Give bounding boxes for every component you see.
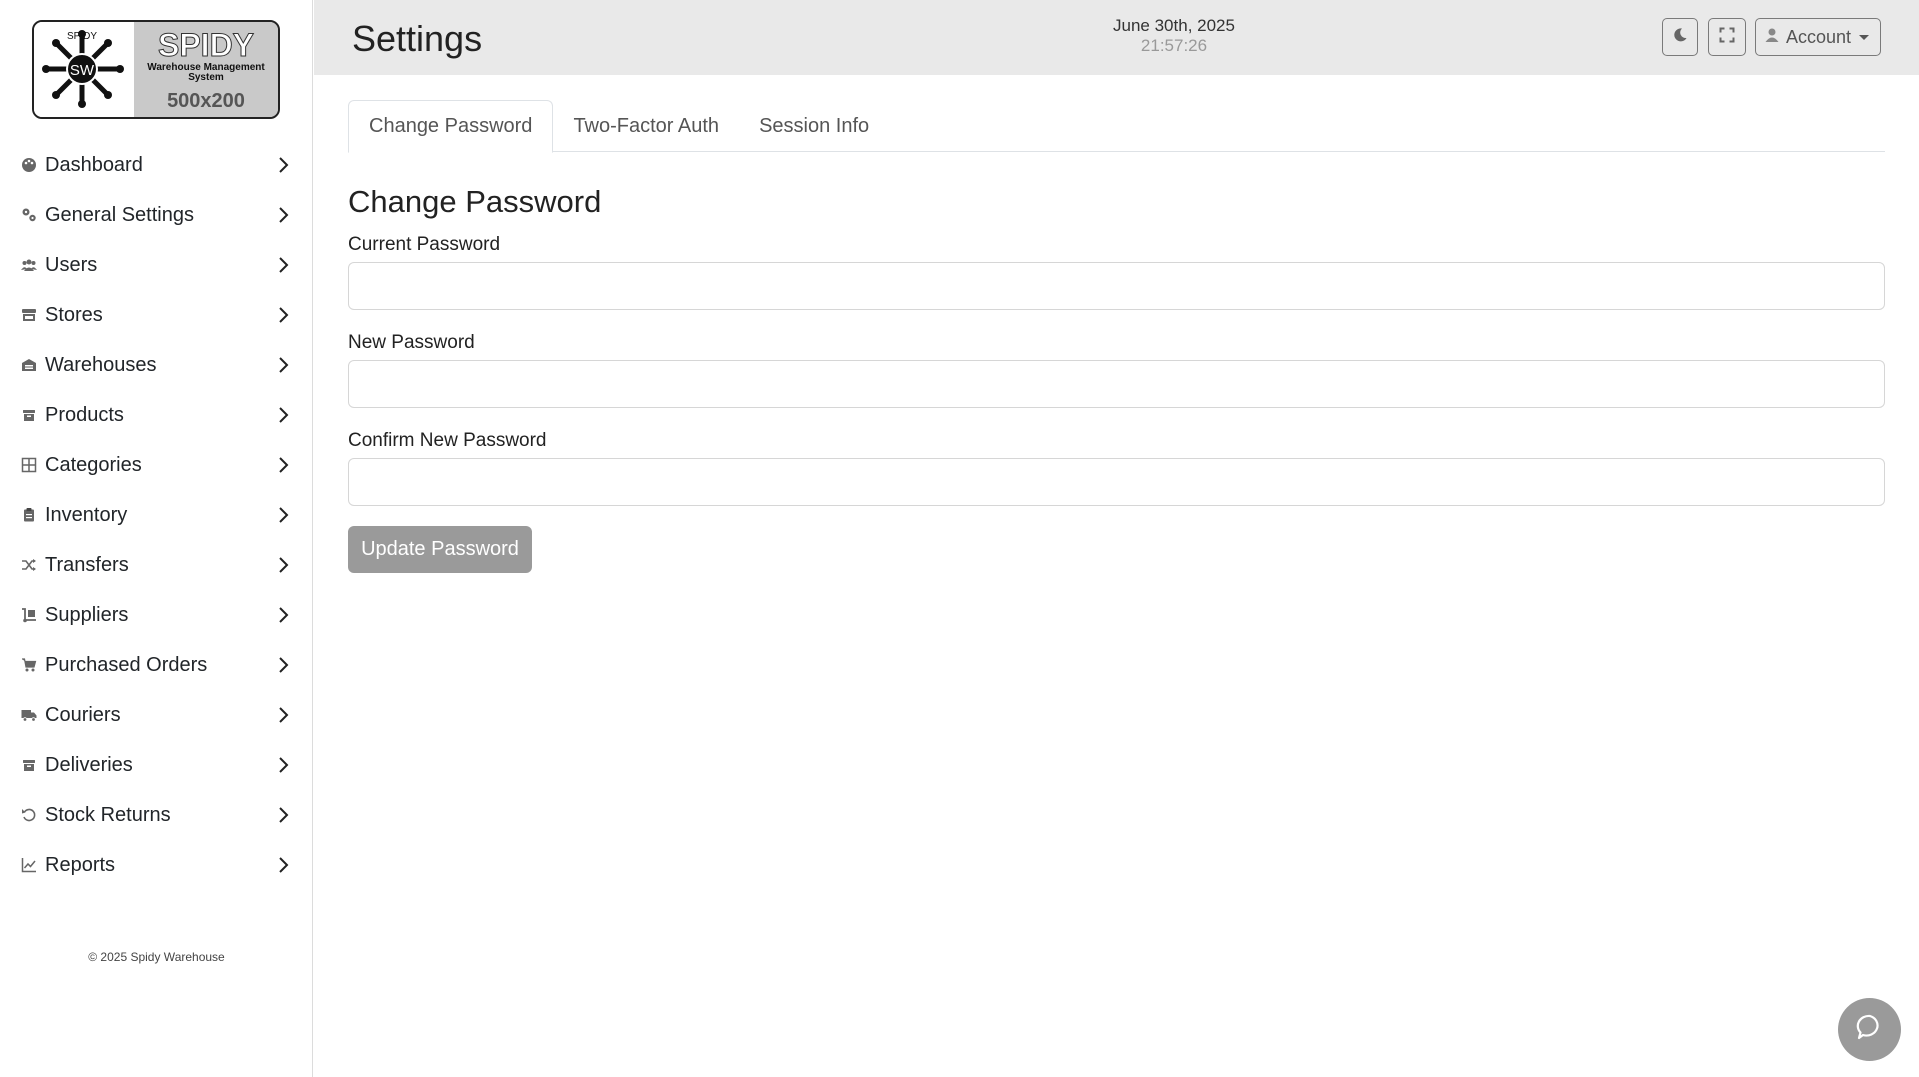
sidebar-item-label: Reports	[45, 853, 116, 876]
chevron-right-icon	[273, 705, 293, 725]
sidebar-item-dashboard[interactable]: Dashboard	[0, 140, 313, 190]
chart-line-icon	[19, 855, 39, 875]
app-root: SW SPIDY SPIDY Warehouse Management Syst…	[0, 0, 1919, 1077]
sidebar-item-label: Deliveries	[45, 753, 133, 776]
new-password-label: New Password	[348, 332, 475, 353]
sidebar-item-deliveries[interactable]: Deliveries	[0, 740, 313, 790]
chevron-right-icon	[273, 255, 293, 275]
chevron-right-icon	[273, 355, 293, 375]
sidebar-item-label: Couriers	[45, 703, 121, 726]
logo-title: SPIDY	[158, 27, 254, 63]
sidebar-item-label: Stores	[45, 303, 103, 326]
palette-icon	[19, 155, 39, 175]
cart-icon	[19, 655, 39, 675]
sidebar-item-general-settings[interactable]: General Settings	[0, 190, 313, 240]
sidebar-item-stores[interactable]: Stores	[0, 290, 313, 340]
logo-monogram: SW	[70, 62, 95, 79]
chevron-right-icon	[273, 155, 293, 175]
settings-tabs: Change Password Two-Factor Auth Session …	[348, 100, 1885, 153]
confirm-password-label: Confirm New Password	[348, 430, 547, 451]
tab-two-factor-auth[interactable]: Two-Factor Auth	[553, 100, 739, 152]
sidebar: SW SPIDY SPIDY Warehouse Management Syst…	[0, 0, 313, 1077]
logo-subtitle-2: System	[188, 72, 224, 83]
sidebar-item-label: Suppliers	[45, 603, 129, 626]
dolly-icon	[19, 605, 39, 625]
sidebar-item-inventory[interactable]: Inventory	[0, 490, 313, 540]
logo-graphic: SW SPIDY SPIDY Warehouse Management Syst…	[34, 22, 278, 117]
chevron-right-icon	[273, 755, 293, 775]
sidebar-item-label: Warehouses	[45, 353, 157, 376]
account-dropdown-button[interactable]: Account	[1755, 18, 1881, 56]
sidebar-item-label: Purchased Orders	[45, 653, 208, 676]
chevron-right-icon	[273, 655, 293, 675]
sidebar-nav: Dashboard General Settings Users Stores	[0, 140, 313, 890]
fullscreen-button[interactable]	[1708, 18, 1746, 56]
account-label: Account	[1786, 26, 1852, 47]
chevron-right-icon	[273, 605, 293, 625]
moon-icon	[1672, 27, 1688, 48]
chevron-right-icon	[273, 205, 293, 225]
sidebar-item-label: Users	[45, 253, 98, 276]
sidebar-item-label: Inventory	[45, 503, 128, 526]
sidebar-item-purchased-orders[interactable]: Purchased Orders	[0, 640, 313, 690]
chevron-right-icon	[273, 405, 293, 425]
sidebar-item-categories[interactable]: Categories	[0, 440, 313, 490]
box-icon	[19, 405, 39, 425]
chevron-right-icon	[273, 305, 293, 325]
caret-down-icon	[1859, 34, 1870, 40]
main-content: Change Password Two-Factor Auth Session …	[348, 100, 1885, 573]
user-icon	[1764, 27, 1780, 48]
sidebar-item-label: Transfers	[45, 553, 129, 576]
copyright-text: © 2025 Spidy Warehouse	[88, 950, 225, 964]
shuffle-icon	[19, 555, 39, 575]
sidebar-item-label: Stock Returns	[45, 803, 171, 826]
sidebar-item-products[interactable]: Products	[0, 390, 313, 440]
sidebar-item-transfers[interactable]: Transfers	[0, 540, 313, 590]
current-time: 21:57:26	[1140, 36, 1208, 55]
dark-mode-toggle-button[interactable]	[1662, 18, 1698, 56]
sidebar-item-label: Categories	[45, 453, 142, 476]
undo-icon	[19, 805, 39, 825]
chevron-right-icon	[273, 855, 293, 875]
update-password-button[interactable]: Update Password	[348, 526, 532, 573]
datetime-display: June 30th, 2025 21:57:26	[1054, 16, 1294, 56]
confirm-password-field[interactable]	[348, 458, 1885, 506]
users-icon	[19, 255, 39, 275]
sidebar-item-warehouses[interactable]: Warehouses	[0, 340, 313, 390]
current-password-field[interactable]	[348, 262, 1885, 310]
truck-icon	[19, 705, 39, 725]
chevron-right-icon	[273, 555, 293, 575]
chat-button[interactable]	[1838, 998, 1901, 1061]
grid-icon	[19, 455, 39, 475]
tab-session-info[interactable]: Session Info	[739, 100, 889, 152]
sidebar-item-suppliers[interactable]: Suppliers	[0, 590, 313, 640]
sidebar-item-couriers[interactable]: Couriers	[0, 690, 313, 740]
chevron-right-icon	[273, 505, 293, 525]
chevron-right-icon	[273, 455, 293, 475]
brand-logo[interactable]: SW SPIDY SPIDY Warehouse Management Syst…	[32, 20, 280, 119]
chat-icon	[1855, 1012, 1885, 1047]
clipboard-icon	[19, 505, 39, 525]
current-date: June 30th, 2025	[1113, 16, 1235, 35]
gears-icon	[19, 205, 39, 225]
warehouse-icon	[19, 355, 39, 375]
current-password-label: Current Password	[348, 234, 501, 255]
section-title: Change Password	[348, 184, 602, 219]
page-title: Settings	[352, 18, 483, 59]
store-icon	[19, 305, 39, 325]
box-icon	[19, 755, 39, 775]
sidebar-item-users[interactable]: Users	[0, 240, 313, 290]
sidebar-item-label: Products	[45, 403, 124, 426]
sidebar-item-label: Dashboard	[45, 153, 143, 176]
logo-small-text: SPIDY	[67, 31, 97, 42]
sidebar-item-reports[interactable]: Reports	[0, 840, 313, 890]
tab-change-password[interactable]: Change Password	[348, 100, 554, 153]
new-password-field[interactable]	[348, 360, 1885, 408]
top-header: Settings June 30th, 2025 21:57:26 Accoun…	[314, 0, 1919, 75]
chevron-right-icon	[273, 805, 293, 825]
sidebar-item-label: General Settings	[45, 203, 194, 226]
logo-size-text: 500x200	[167, 90, 245, 112]
expand-icon	[1719, 27, 1735, 48]
sidebar-item-stock-returns[interactable]: Stock Returns	[0, 790, 313, 840]
